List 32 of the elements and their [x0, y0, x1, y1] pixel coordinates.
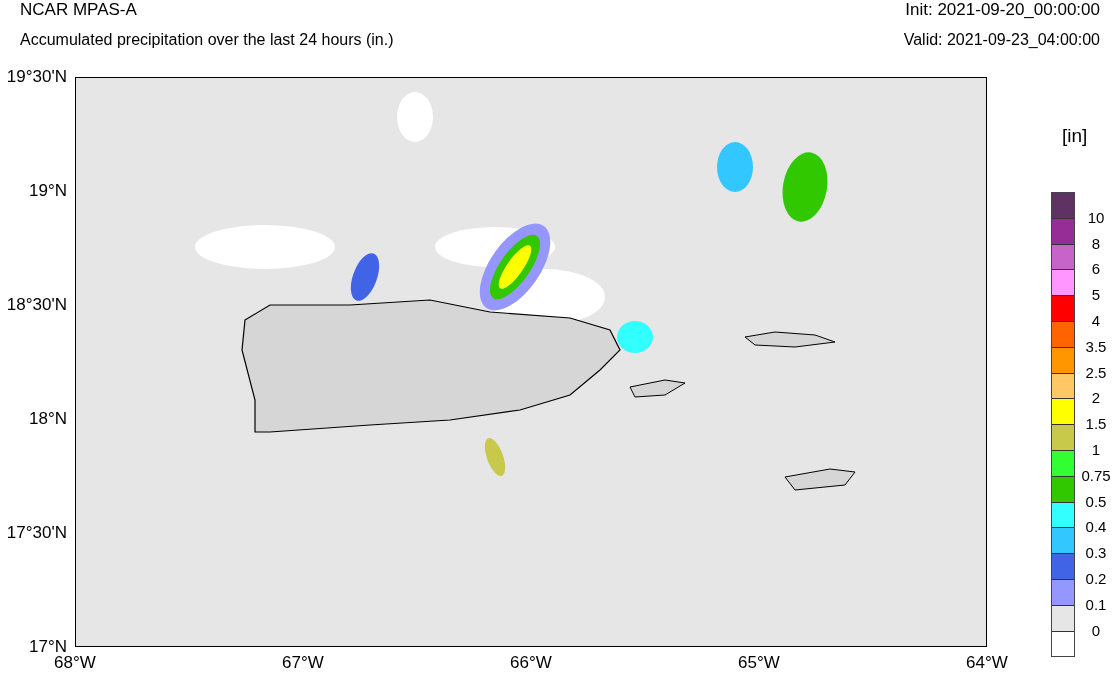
valid-time: Valid: 2021-09-23_04:00:00: [903, 30, 1100, 50]
colorbar-label: 10: [1086, 207, 1106, 228]
colorbar-label: 3.5: [1084, 336, 1108, 357]
longitude-label: 66°W: [509, 653, 553, 673]
colorbar-label: 6: [1090, 259, 1102, 280]
latitude-label: 17°N: [29, 638, 67, 656]
longitude-label: 68°W: [53, 653, 97, 673]
colorbar-label: 0.2: [1084, 569, 1108, 590]
unit-label: [in]: [1062, 125, 1089, 147]
longitude-label: 64°W: [965, 653, 1009, 673]
longitude-label: 67°W: [281, 653, 325, 673]
colorbar-label: 0: [1090, 620, 1102, 641]
colorbar-label: 8: [1090, 233, 1102, 254]
colorbar-label: 1: [1090, 440, 1102, 461]
colorbar-label: 0.75: [1080, 465, 1112, 486]
colorbar-label: 0.1: [1084, 594, 1108, 615]
colorbar-label: 2: [1090, 388, 1102, 409]
colorbar-label: 0.5: [1084, 491, 1108, 512]
colorbar-label: 2.5: [1084, 362, 1108, 383]
colorbar-label: 0.3: [1084, 543, 1108, 564]
colorbar-label: 4: [1090, 311, 1102, 332]
latitude-label: 18°N: [29, 410, 67, 428]
latitude-label: 18°30'N: [6, 296, 67, 314]
latitude-label: 19°N: [29, 182, 67, 200]
init-time: Init: 2021-09-20_00:00:00: [904, 0, 1100, 21]
plot-title: NCAR MPAS-A: [20, 0, 138, 21]
longitude-label: 65°W: [737, 653, 781, 673]
colorbar-label: 0.4: [1084, 517, 1108, 538]
latitude-label: 17°30'N: [6, 524, 67, 542]
colorbar-label: 5: [1090, 285, 1102, 306]
latitude-label: 19°30'N: [6, 68, 67, 86]
colorbar-label: 1.5: [1084, 414, 1108, 435]
